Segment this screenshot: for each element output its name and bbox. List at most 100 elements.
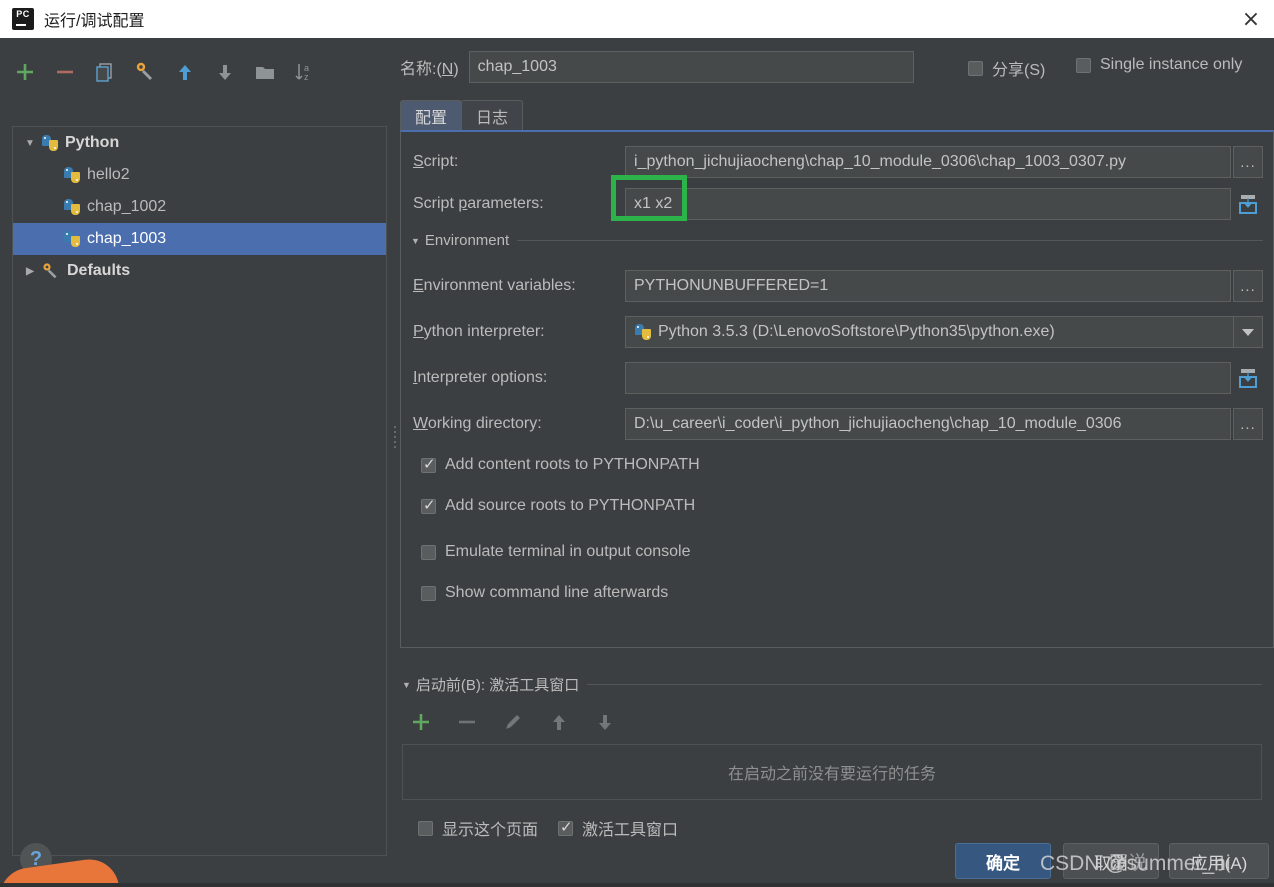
script-input[interactable]: i_python_jichujiaocheng\chap_10_module_0…	[625, 146, 1231, 178]
single-instance-checkbox-row[interactable]: Single instance only	[1076, 56, 1242, 74]
configuration-editor-panel: 名称:(N) chap_1003 分享(S) Single instance o…	[400, 38, 1274, 887]
add-content-roots-label: Add content roots to PYTHONPATH	[445, 456, 700, 473]
apply-button[interactable]: 应用(A)	[1169, 843, 1269, 879]
script-parameters-input[interactable]: x1 x2	[625, 188, 1231, 220]
name-input[interactable]: chap_1003	[468, 51, 914, 83]
script-parameters-label: Script parameters:	[413, 195, 544, 212]
activate-tool-window-row[interactable]: 激活工具窗口	[558, 816, 678, 840]
edit-task-pencil-icon[interactable]	[500, 708, 526, 736]
before-launch-empty-text: 在启动之前没有要运行的任务	[727, 766, 936, 783]
section-divider	[587, 684, 1262, 685]
tab-logs[interactable]: 日志	[461, 100, 524, 130]
name-label: 名称:(N)	[400, 61, 459, 78]
add-task-button[interactable]	[408, 708, 434, 736]
add-content-roots-checkbox[interactable]	[421, 455, 436, 473]
tree-item-label: chap_1002	[87, 198, 167, 215]
emulate-terminal-checkbox[interactable]	[421, 544, 436, 560]
sort-az-button[interactable]: a z	[290, 57, 320, 87]
folder-button[interactable]	[250, 57, 280, 87]
before-launch-header[interactable]: ▼ 启动前(B): 激活工具窗口	[402, 674, 1262, 695]
run-debug-configurations-dialog: PC 运行/调试配置 × a z ▼ Python hello2 chap_10…	[0, 0, 1274, 887]
show-page-label: 显示这个页面	[442, 822, 539, 839]
before-launch-toolbar	[408, 708, 618, 736]
tree-item-python[interactable]: ▼ Python	[13, 127, 386, 159]
panel-splitter[interactable]	[390, 38, 400, 887]
working-directory-input[interactable]: D:\u_career\i_coder\i_python_jichujiaoch…	[625, 408, 1231, 440]
script-browse-button[interactable]: ...	[1233, 146, 1263, 178]
add-source-roots-row[interactable]: Add source roots to PYTHONPATH	[421, 496, 695, 515]
pycharm-logo-text: PC	[16, 9, 30, 19]
activate-tool-window-checkbox[interactable]	[558, 818, 574, 836]
chevron-down-icon[interactable]: ▼	[402, 680, 411, 690]
move-task-down-button[interactable]	[592, 708, 618, 736]
remove-button[interactable]	[50, 57, 80, 87]
chevron-down-icon[interactable]: ▼	[411, 236, 420, 246]
tree-item-chap-1003[interactable]: chap_1003	[13, 223, 386, 255]
edit-defaults-wrench-icon[interactable]	[130, 57, 160, 87]
python-interpreter-select[interactable]: Python 3.5.3 (D:\LenovoSoftstore\Python3…	[625, 316, 1233, 348]
python-icon	[63, 230, 81, 248]
interpreter-options-macro-button[interactable]	[1233, 362, 1263, 394]
python-interpreter-dropdown-arrow[interactable]	[1233, 316, 1263, 348]
environment-variables-row: Environment variables: PYTHONUNBUFFERED=…	[413, 270, 1263, 302]
copy-button[interactable]	[90, 57, 120, 87]
python-icon	[63, 198, 81, 216]
python-icon	[634, 323, 652, 341]
show-command-line-label: Show command line afterwards	[445, 584, 669, 601]
environment-section-label: Environment	[424, 232, 510, 249]
show-page-checkbox[interactable]	[418, 820, 433, 836]
move-up-button[interactable]	[170, 57, 200, 87]
add-content-roots-row[interactable]: Add content roots to PYTHONPATH	[421, 455, 700, 474]
script-row: Script: i_python_jichujiaocheng\chap_10_…	[413, 146, 1263, 178]
remove-task-button[interactable]	[454, 708, 480, 736]
move-task-up-button[interactable]	[546, 708, 572, 736]
cancel-button[interactable]: 取消	[1063, 843, 1159, 879]
script-parameters-macro-button[interactable]	[1233, 188, 1263, 220]
emulate-terminal-label: Emulate terminal in output console	[445, 543, 691, 560]
add-button[interactable]	[10, 57, 40, 87]
python-interpreter-label: Python interpreter:	[413, 323, 545, 340]
config-tab-content: Script: i_python_jichujiaocheng\chap_10_…	[400, 130, 1274, 648]
svg-text:z: z	[304, 72, 309, 82]
tree-item-defaults[interactable]: ▶ Defaults	[13, 255, 386, 287]
before-launch-checkboxes: 显示这个页面 激活工具窗口	[418, 816, 678, 840]
chevron-right-icon[interactable]: ▶	[19, 266, 41, 277]
python-icon	[41, 134, 59, 152]
tree-item-chap-1002[interactable]: chap_1002	[13, 191, 386, 223]
single-instance-label: Single instance only	[1100, 56, 1243, 73]
add-source-roots-checkbox[interactable]	[421, 496, 436, 514]
chevron-down-icon[interactable]: ▼	[19, 138, 41, 149]
python-icon	[63, 166, 81, 184]
environment-variables-browse-button[interactable]: ...	[1233, 270, 1263, 302]
configurations-tree[interactable]: ▼ Python hello2 chap_1002 chap_1003 ▶ De…	[12, 126, 387, 856]
title-bar: PC 运行/调试配置 ×	[0, 0, 1274, 38]
tree-item-label: Defaults	[67, 262, 131, 279]
environment-variables-label: Environment variables:	[413, 277, 576, 294]
move-down-button[interactable]	[210, 57, 240, 87]
interpreter-options-input[interactable]	[625, 362, 1231, 394]
single-instance-checkbox[interactable]	[1076, 57, 1091, 73]
tree-item-label: chap_1003	[87, 230, 167, 247]
tab-config[interactable]: 配置	[400, 100, 463, 130]
activate-tool-window-label: 激活工具窗口	[582, 822, 679, 839]
before-launch-task-list[interactable]: 在启动之前没有要运行的任务	[402, 744, 1262, 800]
environment-variables-input[interactable]: PYTHONUNBUFFERED=1	[625, 270, 1231, 302]
show-command-line-checkbox[interactable]	[421, 585, 436, 601]
interpreter-options-row: Interpreter options:	[413, 362, 1263, 394]
share-checkbox-row[interactable]: 分享(S)	[968, 56, 1045, 80]
working-directory-label: Working directory:	[413, 415, 542, 432]
editor-tabs: 配置 日志	[400, 100, 524, 130]
script-label: Script:	[413, 153, 459, 170]
share-label: 分享(S)	[992, 62, 1046, 79]
splitter-handle	[393, 423, 397, 457]
close-icon[interactable]: ×	[1228, 0, 1274, 38]
share-checkbox[interactable]	[968, 60, 983, 76]
environment-section-header[interactable]: ▼ Environment	[411, 232, 1263, 249]
working-directory-browse-button[interactable]: ...	[1233, 408, 1263, 440]
show-page-row[interactable]: 显示这个页面	[418, 816, 538, 840]
wrench-icon	[41, 262, 61, 280]
ok-button[interactable]: 确定	[955, 843, 1051, 879]
tree-item-hello2[interactable]: hello2	[13, 159, 386, 191]
show-command-line-row[interactable]: Show command line afterwards	[421, 584, 668, 602]
emulate-terminal-row[interactable]: Emulate terminal in output console	[421, 543, 690, 561]
